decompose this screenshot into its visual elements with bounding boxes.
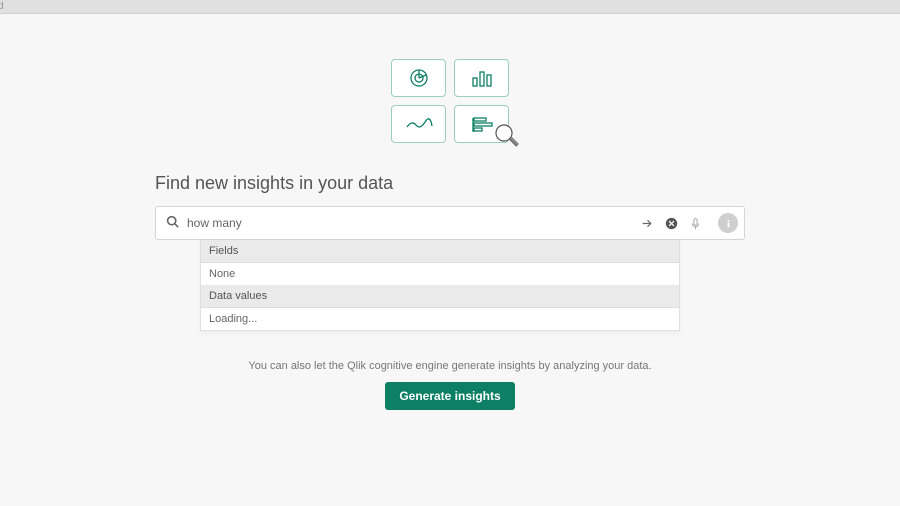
main-area: Find new insights in your data (0, 14, 900, 410)
top-bar-fragment: d (0, 1, 4, 12)
generate-insights-button[interactable]: Generate insights (385, 382, 514, 410)
search-box (155, 206, 745, 240)
search-container: Fields None Data values Loading... (155, 206, 745, 240)
suggestion-dropdown: Fields None Data values Loading... (200, 240, 680, 331)
dropdown-datavalues-header: Data values (201, 285, 679, 308)
hint-section: You can also let the Qlik cognitive engi… (155, 360, 745, 410)
bar-chart-icon (454, 59, 509, 97)
info-icon[interactable] (718, 213, 738, 233)
pie-chart-icon (391, 59, 446, 97)
chart-icon-grid (385, 59, 515, 143)
clear-icon[interactable] (664, 216, 678, 230)
page-heading: Find new insights in your data (155, 173, 745, 194)
search-icon (166, 215, 179, 231)
search-input[interactable] (187, 216, 632, 230)
dropdown-fields-value[interactable]: None (201, 263, 679, 285)
hint-text: You can also let the Qlik cognitive engi… (155, 360, 745, 372)
search-actions (640, 213, 738, 233)
line-chart-icon (391, 105, 446, 143)
top-bar: d (0, 0, 900, 14)
magnifier-icon (493, 122, 521, 153)
dropdown-datavalues-value: Loading... (201, 308, 679, 330)
dropdown-fields-header: Fields (201, 240, 679, 263)
submit-arrow-icon[interactable] (640, 216, 654, 230)
microphone-icon[interactable] (688, 216, 702, 230)
